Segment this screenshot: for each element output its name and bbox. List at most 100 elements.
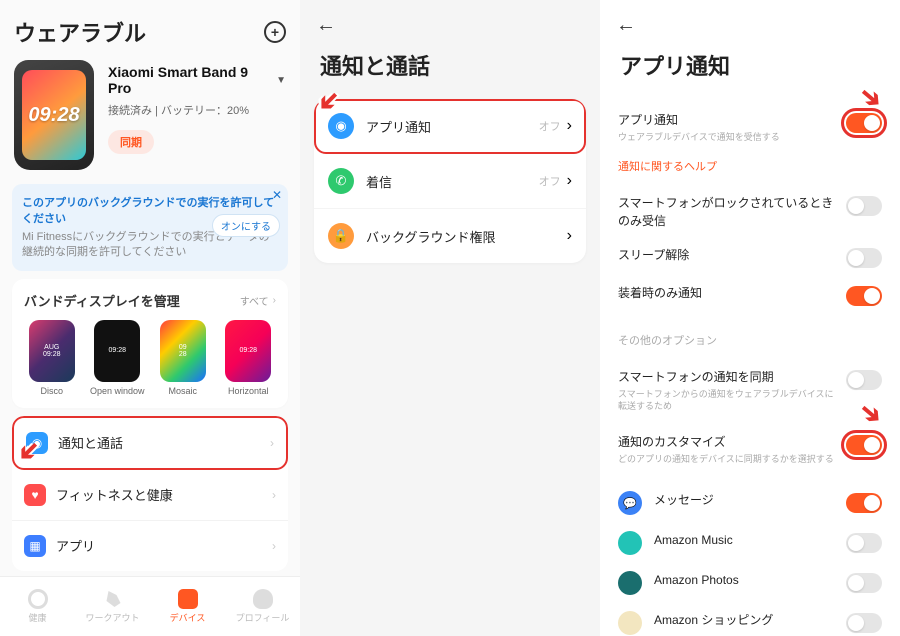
category-label: 通知と通話 xyxy=(58,433,270,452)
person-icon xyxy=(253,589,273,609)
category-label: フィットネスと健康 xyxy=(56,485,272,504)
row-app-notifications[interactable]: ◉ アプリ通知 オフ › xyxy=(314,99,586,154)
tab-health[interactable]: 健康 xyxy=(0,577,75,636)
settings-card: ◉ アプリ通知 オフ › ✆ 着信 オフ › 🔒 バックグラウンド権限 › xyxy=(314,99,586,263)
tab-profile[interactable]: プロフィール xyxy=(225,577,300,636)
watchface-grid: AUG09:28 Disco 09:28 Open window 0928 Mo… xyxy=(24,320,276,396)
row-label: 通知のカスタマイズ xyxy=(618,433,836,451)
other-options: スマートフォンの通知を同期 スマートフォンからの通知をウェアラブルデバイスに転送… xyxy=(600,354,900,480)
header-bar: ← xyxy=(600,0,900,43)
sync-button[interactable]: 同期 xyxy=(108,130,154,154)
row-label: アプリ通知 xyxy=(618,111,836,129)
watchface-label: Mosaic xyxy=(155,386,211,396)
help-link[interactable]: 通知に関するヘルプ xyxy=(618,154,882,178)
card-more-link[interactable]: すべて xyxy=(240,293,269,308)
screen-app-notifications: ← アプリ通知 アプリ通知 ウェアラブルデバイスで通知を受信する 通知に関するヘ… xyxy=(600,0,900,636)
watchface-item[interactable]: AUG09:28 Disco xyxy=(24,320,80,396)
row-label: スマートフォンの通知を同期 xyxy=(618,368,836,386)
watchface-item[interactable]: 09:28 Horizontal xyxy=(221,320,277,396)
device-image: 09:28 xyxy=(14,60,94,170)
tab-device[interactable]: デバイス xyxy=(150,577,225,636)
row-value: オフ xyxy=(539,118,561,134)
row-label: バックグラウンド権限 xyxy=(366,227,567,246)
tab-workout[interactable]: ワークアウト xyxy=(75,577,150,636)
row-desc: ウェアラブルデバイスで通知を受信する xyxy=(618,131,836,144)
tab-label: デバイス xyxy=(170,611,206,624)
watchface-thumb: 09:28 xyxy=(94,320,140,382)
tab-label: ワークアウト xyxy=(85,611,139,624)
category-label: アプリ xyxy=(56,536,272,555)
category-apps[interactable]: ▦ アプリ › xyxy=(12,521,288,571)
app-toggle[interactable] xyxy=(846,493,882,513)
app-row-amazon-music: Amazon Music xyxy=(618,523,882,563)
chevron-right-icon: › xyxy=(567,117,572,135)
close-icon[interactable]: ✕ xyxy=(272,188,282,202)
customize-notifications-toggle[interactable] xyxy=(846,435,882,455)
option-rows: スマートフォンがロックされているときのみ受信 スリープ解除 装着時のみ通知 xyxy=(600,182,900,318)
row-label: 装着時のみ通知 xyxy=(618,284,836,302)
watchface-thumb: AUG09:28 xyxy=(29,320,75,382)
category-notifications-calls[interactable]: ◉ 通知と通話 › xyxy=(12,416,288,470)
amazon-music-icon xyxy=(618,531,642,555)
running-icon xyxy=(103,589,123,609)
row-customize-notifications: 通知のカスタマイズ どのアプリの通知をデバイスに同期するかを選択する xyxy=(618,423,882,476)
bell-icon: ◉ xyxy=(26,432,48,454)
app-toggle[interactable] xyxy=(846,533,882,553)
card-header: バンドディスプレイを管理 すべて › xyxy=(24,291,276,310)
add-device-icon[interactable] xyxy=(264,21,286,43)
device-name-text: Xiaomi Smart Band 9 Pro xyxy=(108,64,272,96)
page-title: 通知と通話 xyxy=(300,43,600,93)
main-notification-toggle[interactable] xyxy=(846,113,882,133)
app-label: Amazon Music xyxy=(654,531,836,549)
ring-icon xyxy=(28,589,48,609)
header: ウェアラブル xyxy=(0,0,300,56)
chevron-right-icon: › xyxy=(273,295,276,306)
watchface-item[interactable]: 09:28 Open window xyxy=(90,320,146,396)
amazon-shopping-icon xyxy=(618,611,642,635)
row-desc: どのアプリの通知をデバイスに同期するかを選択する xyxy=(618,453,836,466)
phone-icon: ✆ xyxy=(328,168,354,194)
messages-icon: 💬 xyxy=(618,491,642,515)
app-toggle[interactable] xyxy=(846,613,882,633)
row-desc: スマートフォンからの通知をウェアラブルデバイスに転送するため xyxy=(618,388,836,413)
lock-icon: 🔒 xyxy=(328,223,354,249)
banner-action-button[interactable]: オンにする xyxy=(212,214,280,237)
chevron-right-icon: › xyxy=(567,227,572,245)
screen-wearable: ウェアラブル 09:28 Xiaomi Smart Band 9 Pro ▼ 接… xyxy=(0,0,300,636)
row-value: オフ xyxy=(539,173,561,189)
chevron-right-icon: › xyxy=(567,172,572,190)
dropdown-caret-icon[interactable]: ▼ xyxy=(276,75,286,86)
tab-label: プロフィール xyxy=(236,611,290,624)
app-label: メッセージ xyxy=(654,491,836,509)
row-only-when-worn: 装着時のみ通知 xyxy=(618,276,882,314)
locked-only-toggle[interactable] xyxy=(846,196,882,216)
apps-grid-icon: ▦ xyxy=(24,535,46,557)
row-background-permissions[interactable]: 🔒 バックグラウンド権限 › xyxy=(314,209,586,263)
header-bar: ← xyxy=(300,0,600,43)
main-toggle-row: アプリ通知 ウェアラブルデバイスで通知を受信する 通知に関するヘルプ xyxy=(600,97,900,182)
row-label: スマートフォンがロックされているときのみ受信 xyxy=(618,194,836,230)
wake-screen-toggle[interactable] xyxy=(846,248,882,268)
section-header-other: その他のオプション xyxy=(600,318,900,354)
row-only-when-locked: スマートフォンがロックされているときのみ受信 xyxy=(618,186,882,238)
back-arrow-icon[interactable]: ← xyxy=(316,14,336,37)
category-fitness-health[interactable]: ♥ フィットネスと健康 › xyxy=(12,470,288,521)
page-title: ウェアラブル xyxy=(14,16,264,48)
back-arrow-icon[interactable]: ← xyxy=(616,14,636,37)
sync-notifications-toggle[interactable] xyxy=(846,370,882,390)
row-incoming-calls[interactable]: ✆ 着信 オフ › xyxy=(314,154,586,209)
watchface-label: Horizontal xyxy=(221,386,277,396)
chevron-right-icon: › xyxy=(272,539,276,553)
app-row-amazon-shopping: Amazon ショッピング xyxy=(618,603,882,636)
worn-only-toggle[interactable] xyxy=(846,286,882,306)
app-toggle[interactable] xyxy=(846,573,882,593)
category-list: ◉ 通知と通話 › ♥ フィットネスと健康 › ▦ アプリ › xyxy=(12,416,288,571)
screen-notifications-calls: ← 通知と通話 ◉ アプリ通知 オフ › ✆ 着信 オフ › 🔒 バックグラウン… xyxy=(300,0,600,636)
watchface-item[interactable]: 0928 Mosaic xyxy=(155,320,211,396)
app-row-amazon-photos: Amazon Photos xyxy=(618,563,882,603)
amazon-photos-icon xyxy=(618,571,642,595)
watchface-thumb: 09:28 xyxy=(225,320,271,382)
watchface-thumb: 0928 xyxy=(160,320,206,382)
app-row-messages: 💬 メッセージ xyxy=(618,483,882,523)
device-name[interactable]: Xiaomi Smart Band 9 Pro ▼ xyxy=(108,64,286,96)
